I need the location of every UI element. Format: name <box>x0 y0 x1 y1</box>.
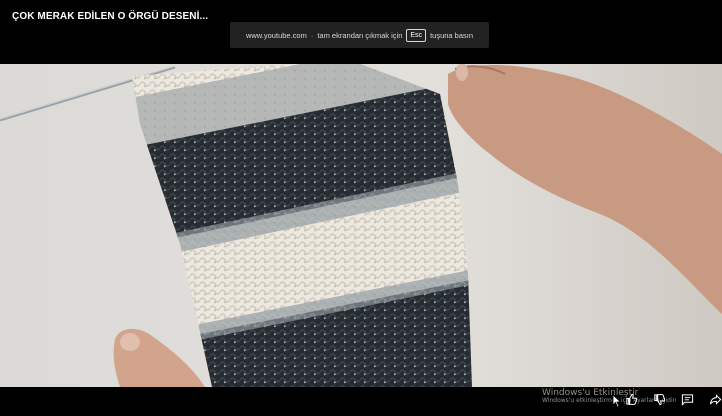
like-icon <box>625 393 637 405</box>
dislike-icon <box>653 393 665 405</box>
video-actions <box>624 392 722 406</box>
share-button[interactable] <box>708 392 722 406</box>
video-still <box>0 64 722 387</box>
notice-site: www.youtube.com <box>245 30 307 40</box>
video-frame[interactable] <box>0 64 722 387</box>
fullscreen-exit-notice: www.youtube.com · tam ekrandan çıkmak iç… <box>230 22 489 48</box>
dislike-button[interactable] <box>652 392 666 406</box>
comment-icon <box>681 393 693 406</box>
comments-button[interactable] <box>680 392 694 406</box>
esc-key-badge: Esc <box>406 28 427 42</box>
video-title[interactable]: ÇOK MERAK EDİLEN O ÖRGÜ DESENİ... <box>12 11 208 22</box>
like-button[interactable] <box>624 392 638 406</box>
share-icon <box>709 393 721 405</box>
notice-text-after: tuşuna basın <box>430 30 474 40</box>
mouse-pointer-icon <box>612 394 622 408</box>
notice-text-before: tam ekrandan çıkmak için <box>317 30 403 40</box>
notice-separator: · <box>310 30 314 40</box>
top-bar: ÇOK MERAK EDİLEN O ÖRGÜ DESENİ... www.yo… <box>0 0 722 64</box>
